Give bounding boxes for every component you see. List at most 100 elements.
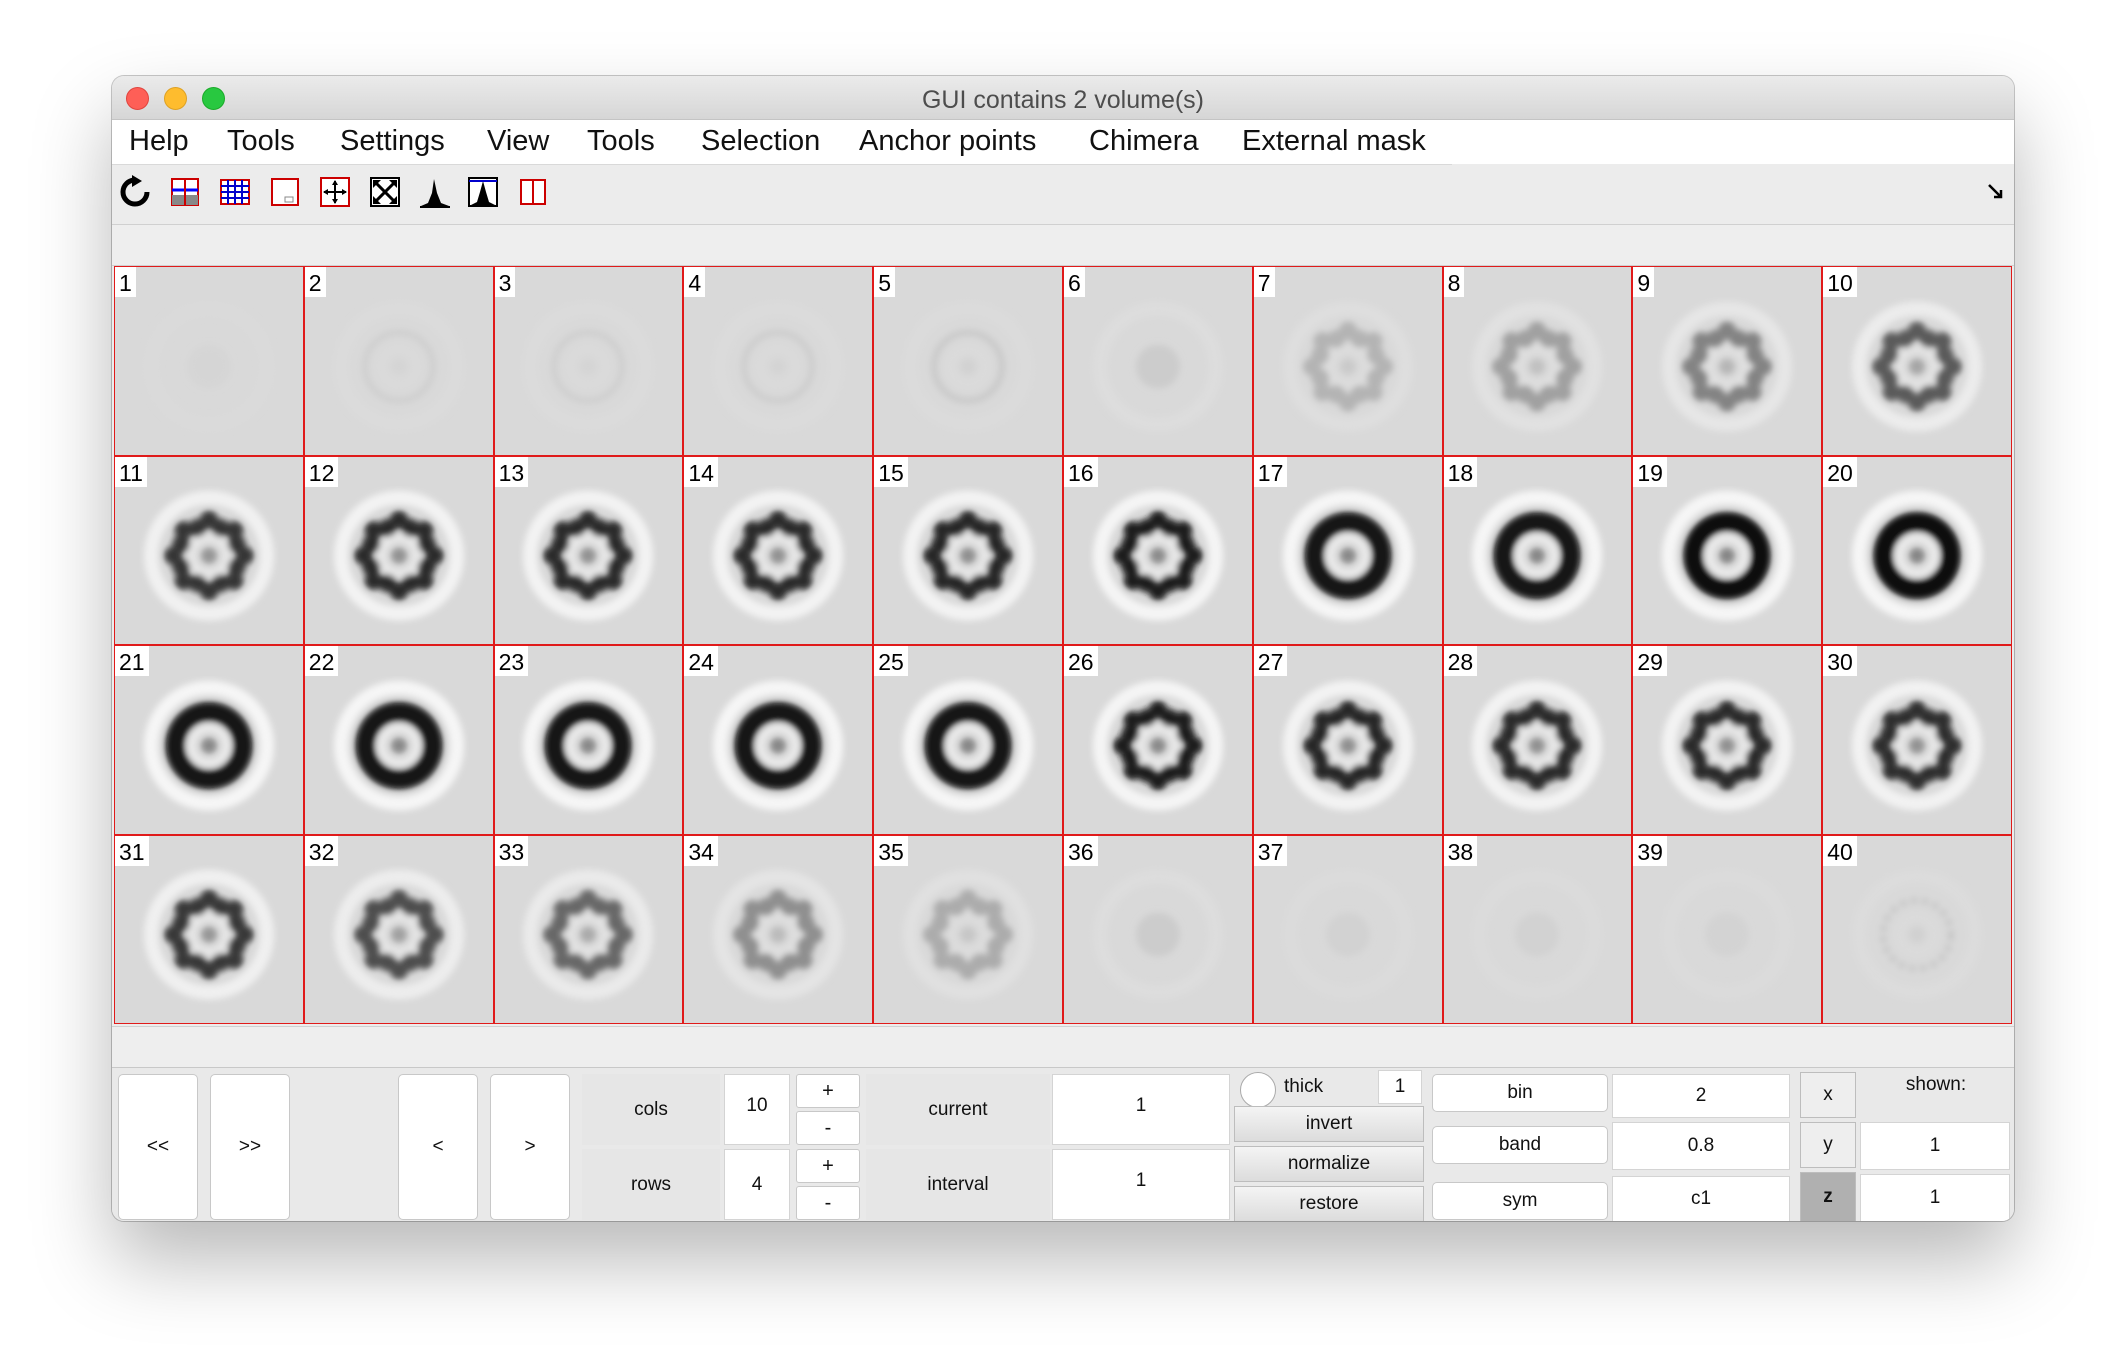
slice-cell[interactable]: 8 bbox=[1442, 266, 1633, 456]
slice-number: 32 bbox=[304, 835, 339, 866]
resize-corner-icon[interactable] bbox=[1986, 182, 2006, 202]
band-value[interactable]: 0.8 bbox=[1612, 1122, 1790, 1170]
slice-cell[interactable]: 17 bbox=[1252, 455, 1443, 645]
slice-cell[interactable]: 4 bbox=[683, 266, 874, 456]
fit-arrows-icon[interactable] bbox=[318, 175, 352, 209]
next-button[interactable]: > bbox=[490, 1074, 570, 1220]
rows-value[interactable]: 4 bbox=[724, 1149, 790, 1220]
slice-cell[interactable]: 29 bbox=[1632, 645, 1823, 835]
interval-value[interactable]: 1 bbox=[1052, 1149, 1230, 1220]
restore-button[interactable]: restore bbox=[1234, 1186, 1424, 1221]
shown-z-value[interactable]: 1 bbox=[1860, 1174, 2010, 1221]
slice-image bbox=[143, 680, 274, 811]
slice-cell[interactable]: 31 bbox=[114, 834, 304, 1024]
slice-cell[interactable]: 15 bbox=[873, 455, 1063, 645]
bin-value[interactable]: 2 bbox=[1612, 1074, 1790, 1118]
axis-x-button[interactable]: x bbox=[1800, 1072, 1856, 1118]
slice-image bbox=[1662, 680, 1793, 811]
refresh-icon[interactable] bbox=[118, 175, 152, 209]
slice-cell[interactable]: 10 bbox=[1822, 266, 2012, 456]
slice-number: 35 bbox=[874, 835, 908, 866]
slice-cell[interactable]: 6 bbox=[1063, 266, 1253, 456]
slice-cell[interactable]: 35 bbox=[873, 834, 1063, 1024]
shown-y-value[interactable]: 1 bbox=[1860, 1122, 2010, 1170]
menu-view[interactable]: View bbox=[487, 125, 549, 158]
histogram-box-icon[interactable] bbox=[466, 175, 500, 209]
slice-cell[interactable]: 2 bbox=[303, 266, 494, 456]
previous-button[interactable]: < bbox=[398, 1074, 478, 1220]
slice-cell[interactable]: 21 bbox=[114, 645, 304, 835]
normalize-button[interactable]: normalize bbox=[1234, 1146, 1424, 1182]
slice-cell[interactable]: 37 bbox=[1252, 834, 1443, 1024]
slice-cell[interactable]: 26 bbox=[1063, 645, 1253, 835]
slice-image bbox=[903, 869, 1034, 1000]
slice-cell[interactable]: 12 bbox=[303, 455, 494, 645]
menu-anchor-points[interactable]: Anchor points bbox=[859, 125, 1036, 158]
slice-image bbox=[903, 680, 1034, 811]
rows-minus-button[interactable]: - bbox=[796, 1186, 860, 1220]
slice-cell[interactable]: 9 bbox=[1632, 266, 1823, 456]
slice-cell[interactable]: 32 bbox=[303, 834, 494, 1024]
thick-value[interactable]: 1 bbox=[1378, 1070, 1422, 1104]
split-panel-icon[interactable] bbox=[516, 175, 550, 209]
menu-chimera[interactable]: Chimera bbox=[1089, 125, 1199, 158]
menu-selection[interactable]: Selection bbox=[701, 125, 820, 158]
grid-view-icon[interactable] bbox=[218, 175, 252, 209]
menu-tools[interactable]: Tools bbox=[227, 125, 295, 158]
slice-cell[interactable]: 5 bbox=[873, 266, 1063, 456]
small-box-icon[interactable] bbox=[268, 175, 302, 209]
expand-icon[interactable] bbox=[368, 175, 402, 209]
slice-cell[interactable]: 20 bbox=[1822, 455, 2012, 645]
slice-stack-icon[interactable] bbox=[168, 175, 202, 209]
slice-cell[interactable]: 19 bbox=[1632, 455, 1823, 645]
menu-help[interactable]: Help bbox=[129, 125, 189, 158]
axis-y-button[interactable]: y bbox=[1800, 1122, 1856, 1168]
slice-number: 37 bbox=[1253, 835, 1288, 866]
slice-cell[interactable]: 33 bbox=[493, 834, 684, 1024]
slice-cell[interactable]: 22 bbox=[303, 645, 494, 835]
slice-grid[interactable]: 1 2 3 4 5 6 7 8 9 10 11 12 13 14 15 16 17 18 19 20 21 22 23 24 2… bbox=[114, 266, 2012, 1024]
band-button[interactable]: band bbox=[1432, 1126, 1608, 1164]
cols-plus-button[interactable]: + bbox=[796, 1074, 860, 1108]
invert-button[interactable]: invert bbox=[1234, 1106, 1424, 1142]
slice-cell[interactable]: 36 bbox=[1063, 834, 1253, 1024]
first-page-button[interactable]: << bbox=[118, 1074, 198, 1220]
slice-cell[interactable]: 27 bbox=[1252, 645, 1443, 835]
current-value[interactable]: 1 bbox=[1052, 1074, 1230, 1145]
slice-cell[interactable]: 11 bbox=[114, 455, 304, 645]
rows-plus-button[interactable]: + bbox=[796, 1149, 860, 1183]
slice-cell[interactable]: 18 bbox=[1442, 455, 1633, 645]
menu-settings[interactable]: Settings bbox=[340, 125, 445, 158]
thick-label: thick bbox=[1284, 1076, 1324, 1097]
cols-minus-button[interactable]: - bbox=[796, 1111, 860, 1145]
slice-number: 33 bbox=[494, 835, 529, 866]
slice-image bbox=[713, 680, 844, 811]
slice-cell[interactable]: 39 bbox=[1632, 834, 1823, 1024]
menu-tools-2[interactable]: Tools bbox=[587, 125, 655, 158]
slice-cell[interactable]: 23 bbox=[493, 645, 684, 835]
cols-value[interactable]: 10 bbox=[724, 1074, 790, 1145]
slice-cell[interactable]: 7 bbox=[1252, 266, 1443, 456]
slice-cell[interactable]: 16 bbox=[1063, 455, 1253, 645]
slice-cell[interactable]: 14 bbox=[683, 455, 874, 645]
slice-cell[interactable]: 40 bbox=[1822, 834, 2012, 1024]
slice-cell[interactable]: 30 bbox=[1822, 645, 2012, 835]
axis-z-button[interactable]: z bbox=[1800, 1172, 1856, 1221]
slice-cell[interactable]: 38 bbox=[1442, 834, 1633, 1024]
last-page-button[interactable]: >> bbox=[210, 1074, 290, 1220]
slice-cell[interactable]: 3 bbox=[493, 266, 684, 456]
slice-cell[interactable]: 1 bbox=[114, 266, 304, 456]
slice-cell[interactable]: 28 bbox=[1442, 645, 1633, 835]
slice-cell[interactable]: 13 bbox=[493, 455, 684, 645]
slice-image bbox=[1852, 680, 1983, 811]
sym-value[interactable]: c1 bbox=[1612, 1176, 1790, 1221]
menu-external-mask[interactable]: External mask bbox=[1242, 125, 1426, 158]
bin-button[interactable]: bin bbox=[1432, 1074, 1608, 1112]
sym-button[interactable]: sym bbox=[1432, 1182, 1608, 1220]
slice-image bbox=[1282, 301, 1413, 432]
histogram-icon[interactable] bbox=[418, 175, 452, 209]
thick-radio[interactable] bbox=[1240, 1072, 1276, 1108]
slice-cell[interactable]: 25 bbox=[873, 645, 1063, 835]
slice-cell[interactable]: 24 bbox=[683, 645, 874, 835]
slice-cell[interactable]: 34 bbox=[683, 834, 874, 1024]
